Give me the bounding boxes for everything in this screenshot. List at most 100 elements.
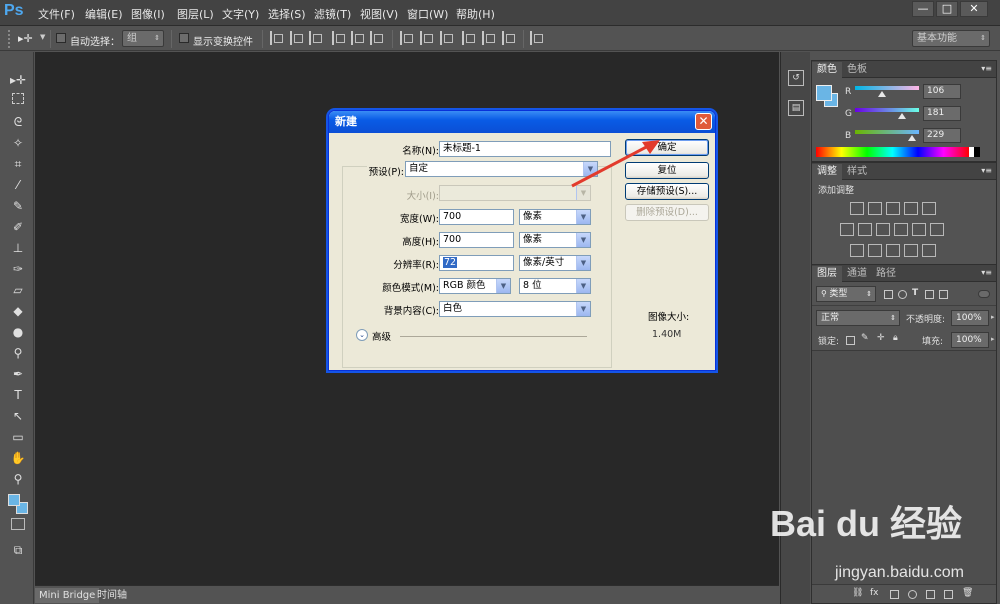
lock-transparent-icon[interactable]: [846, 336, 855, 345]
new-adjustment-layer-icon[interactable]: [908, 590, 917, 599]
color-spectrum-bar[interactable]: [816, 147, 969, 157]
resolution-input[interactable]: 72: [439, 255, 514, 271]
crop-tool-icon[interactable]: ⌗: [9, 156, 27, 172]
filter-pixel-icon[interactable]: [884, 290, 893, 299]
marquee-tool-icon[interactable]: [12, 93, 24, 104]
screen-mode-icon[interactable]: ⧉: [9, 542, 27, 558]
tab-paths[interactable]: 路径: [871, 266, 901, 282]
rectangle-tool-icon[interactable]: ▭: [9, 429, 27, 445]
panel-menu-icon[interactable]: ▾≡: [981, 166, 992, 175]
magic-wand-tool-icon[interactable]: ✧: [9, 135, 27, 151]
vibrance-icon[interactable]: [922, 202, 936, 215]
b-slider[interactable]: [855, 130, 919, 134]
new-group-icon[interactable]: [926, 590, 935, 599]
advanced-label[interactable]: 高级: [372, 329, 391, 343]
menu-type[interactable]: 文字(Y): [222, 6, 259, 22]
resolution-unit-dropdown[interactable]: 像素/英寸 ▼: [519, 255, 591, 271]
align-hcenter-icon[interactable]: [351, 31, 364, 45]
menu-view[interactable]: 视图(V): [360, 6, 398, 22]
align-right-icon[interactable]: [370, 31, 383, 45]
threshold-icon[interactable]: [886, 244, 900, 257]
distribute-right-icon[interactable]: [502, 31, 515, 45]
link-layers-icon[interactable]: ⛓: [852, 588, 863, 598]
align-top-icon[interactable]: [270, 31, 283, 45]
hue-saturation-icon[interactable]: [840, 223, 854, 236]
menu-select[interactable]: 选择(S): [268, 6, 306, 22]
maximize-button[interactable]: □: [936, 1, 958, 17]
menu-image[interactable]: 图像(I): [131, 6, 165, 22]
layer-filter-kind-dropdown[interactable]: ⚲ 类型 ⇕: [816, 286, 876, 302]
color-mode-dropdown[interactable]: RGB 颜色 ▼: [439, 278, 511, 294]
eraser-tool-icon[interactable]: ▱: [9, 282, 27, 298]
black-white-icon[interactable]: [876, 223, 890, 236]
auto-select-dropdown[interactable]: 组 ⇕: [122, 30, 164, 47]
menu-layer[interactable]: 图层(L): [177, 6, 214, 22]
distribute-left-icon[interactable]: [462, 31, 475, 45]
curves-icon[interactable]: [886, 202, 900, 215]
menu-window[interactable]: 窗口(W): [407, 6, 448, 22]
lock-position-icon[interactable]: ✛: [877, 333, 885, 343]
auto-align-icon[interactable]: [530, 31, 543, 45]
blur-tool-icon[interactable]: ●: [9, 324, 27, 340]
r-value-field[interactable]: 106: [923, 84, 961, 99]
filter-type-icon[interactable]: T: [912, 288, 918, 298]
brush-tool-icon[interactable]: ✐: [9, 219, 27, 235]
posterize-icon[interactable]: [868, 244, 882, 257]
exposure-icon[interactable]: [904, 202, 918, 215]
b-value-field[interactable]: 229: [923, 128, 961, 143]
pen-tool-icon[interactable]: ✒: [9, 366, 27, 382]
tab-swatches[interactable]: 色板: [842, 62, 872, 78]
filter-shape-icon[interactable]: [925, 290, 934, 299]
distribute-hcenter-icon[interactable]: [482, 31, 495, 45]
layer-style-icon[interactable]: fx: [870, 588, 879, 598]
width-input[interactable]: 700: [439, 209, 514, 225]
close-window-button[interactable]: ✕: [960, 1, 988, 17]
tab-color[interactable]: 颜色: [812, 62, 842, 78]
minimize-button[interactable]: —: [912, 1, 934, 17]
foreground-color-swatch[interactable]: [8, 494, 20, 506]
tab-mini-bridge[interactable]: Mini Bridge: [35, 588, 100, 603]
workspace-dropdown[interactable]: 基本功能 ⇕: [912, 30, 990, 47]
filter-adjustment-icon[interactable]: [898, 290, 907, 299]
history-brush-tool-icon[interactable]: ✑: [9, 261, 27, 277]
lasso-tool-icon[interactable]: ᘓ: [9, 114, 27, 130]
b-slider-thumb[interactable]: [908, 135, 916, 141]
tab-timeline[interactable]: 时间轴: [93, 588, 131, 603]
path-selection-tool-icon[interactable]: ↖: [9, 408, 27, 424]
g-value-field[interactable]: 181: [923, 106, 961, 121]
type-tool-icon[interactable]: T: [9, 387, 27, 403]
align-vcenter-icon[interactable]: [290, 31, 303, 45]
menu-file[interactable]: 文件(F): [38, 6, 75, 22]
tool-preset-chevron-icon[interactable]: ▼: [40, 33, 45, 41]
distribute-vcenter-icon[interactable]: [420, 31, 433, 45]
r-slider[interactable]: [855, 86, 919, 90]
gradient-map-icon[interactable]: [922, 244, 936, 257]
black-swatch[interactable]: [974, 147, 980, 157]
lock-image-icon[interactable]: ✎: [861, 333, 869, 343]
delete-layer-icon[interactable]: 🗑︎: [962, 588, 973, 598]
hand-tool-icon[interactable]: ✋: [9, 450, 27, 466]
fill-chevron-icon[interactable]: ▸: [991, 335, 995, 343]
auto-select-checkbox[interactable]: [56, 33, 66, 43]
dialog-close-button[interactable]: ✕: [695, 113, 712, 130]
invert-icon[interactable]: [850, 244, 864, 257]
channel-mixer-icon[interactable]: [912, 223, 926, 236]
color-panel-foreground-swatch[interactable]: [816, 85, 832, 101]
filter-toggle[interactable]: [978, 290, 990, 298]
panel-menu-icon[interactable]: ▾≡: [981, 268, 992, 277]
distribute-bottom-icon[interactable]: [440, 31, 453, 45]
layer-mask-icon[interactable]: [890, 590, 899, 599]
show-transform-checkbox[interactable]: [179, 33, 189, 43]
color-balance-icon[interactable]: [858, 223, 872, 236]
g-slider-thumb[interactable]: [898, 113, 906, 119]
tab-layers[interactable]: 图层: [812, 266, 842, 282]
background-contents-dropdown[interactable]: 白色 ▼: [439, 301, 591, 317]
healing-brush-tool-icon[interactable]: ✎: [9, 198, 27, 214]
grip-handle[interactable]: [8, 30, 10, 48]
brightness-contrast-icon[interactable]: [850, 202, 864, 215]
history-panel-icon[interactable]: ↺: [788, 70, 804, 86]
align-bottom-icon[interactable]: [309, 31, 322, 45]
filter-smart-object-icon[interactable]: [939, 290, 948, 299]
r-slider-thumb[interactable]: [878, 91, 886, 97]
move-tool-icon[interactable]: ▸✛: [9, 72, 27, 88]
